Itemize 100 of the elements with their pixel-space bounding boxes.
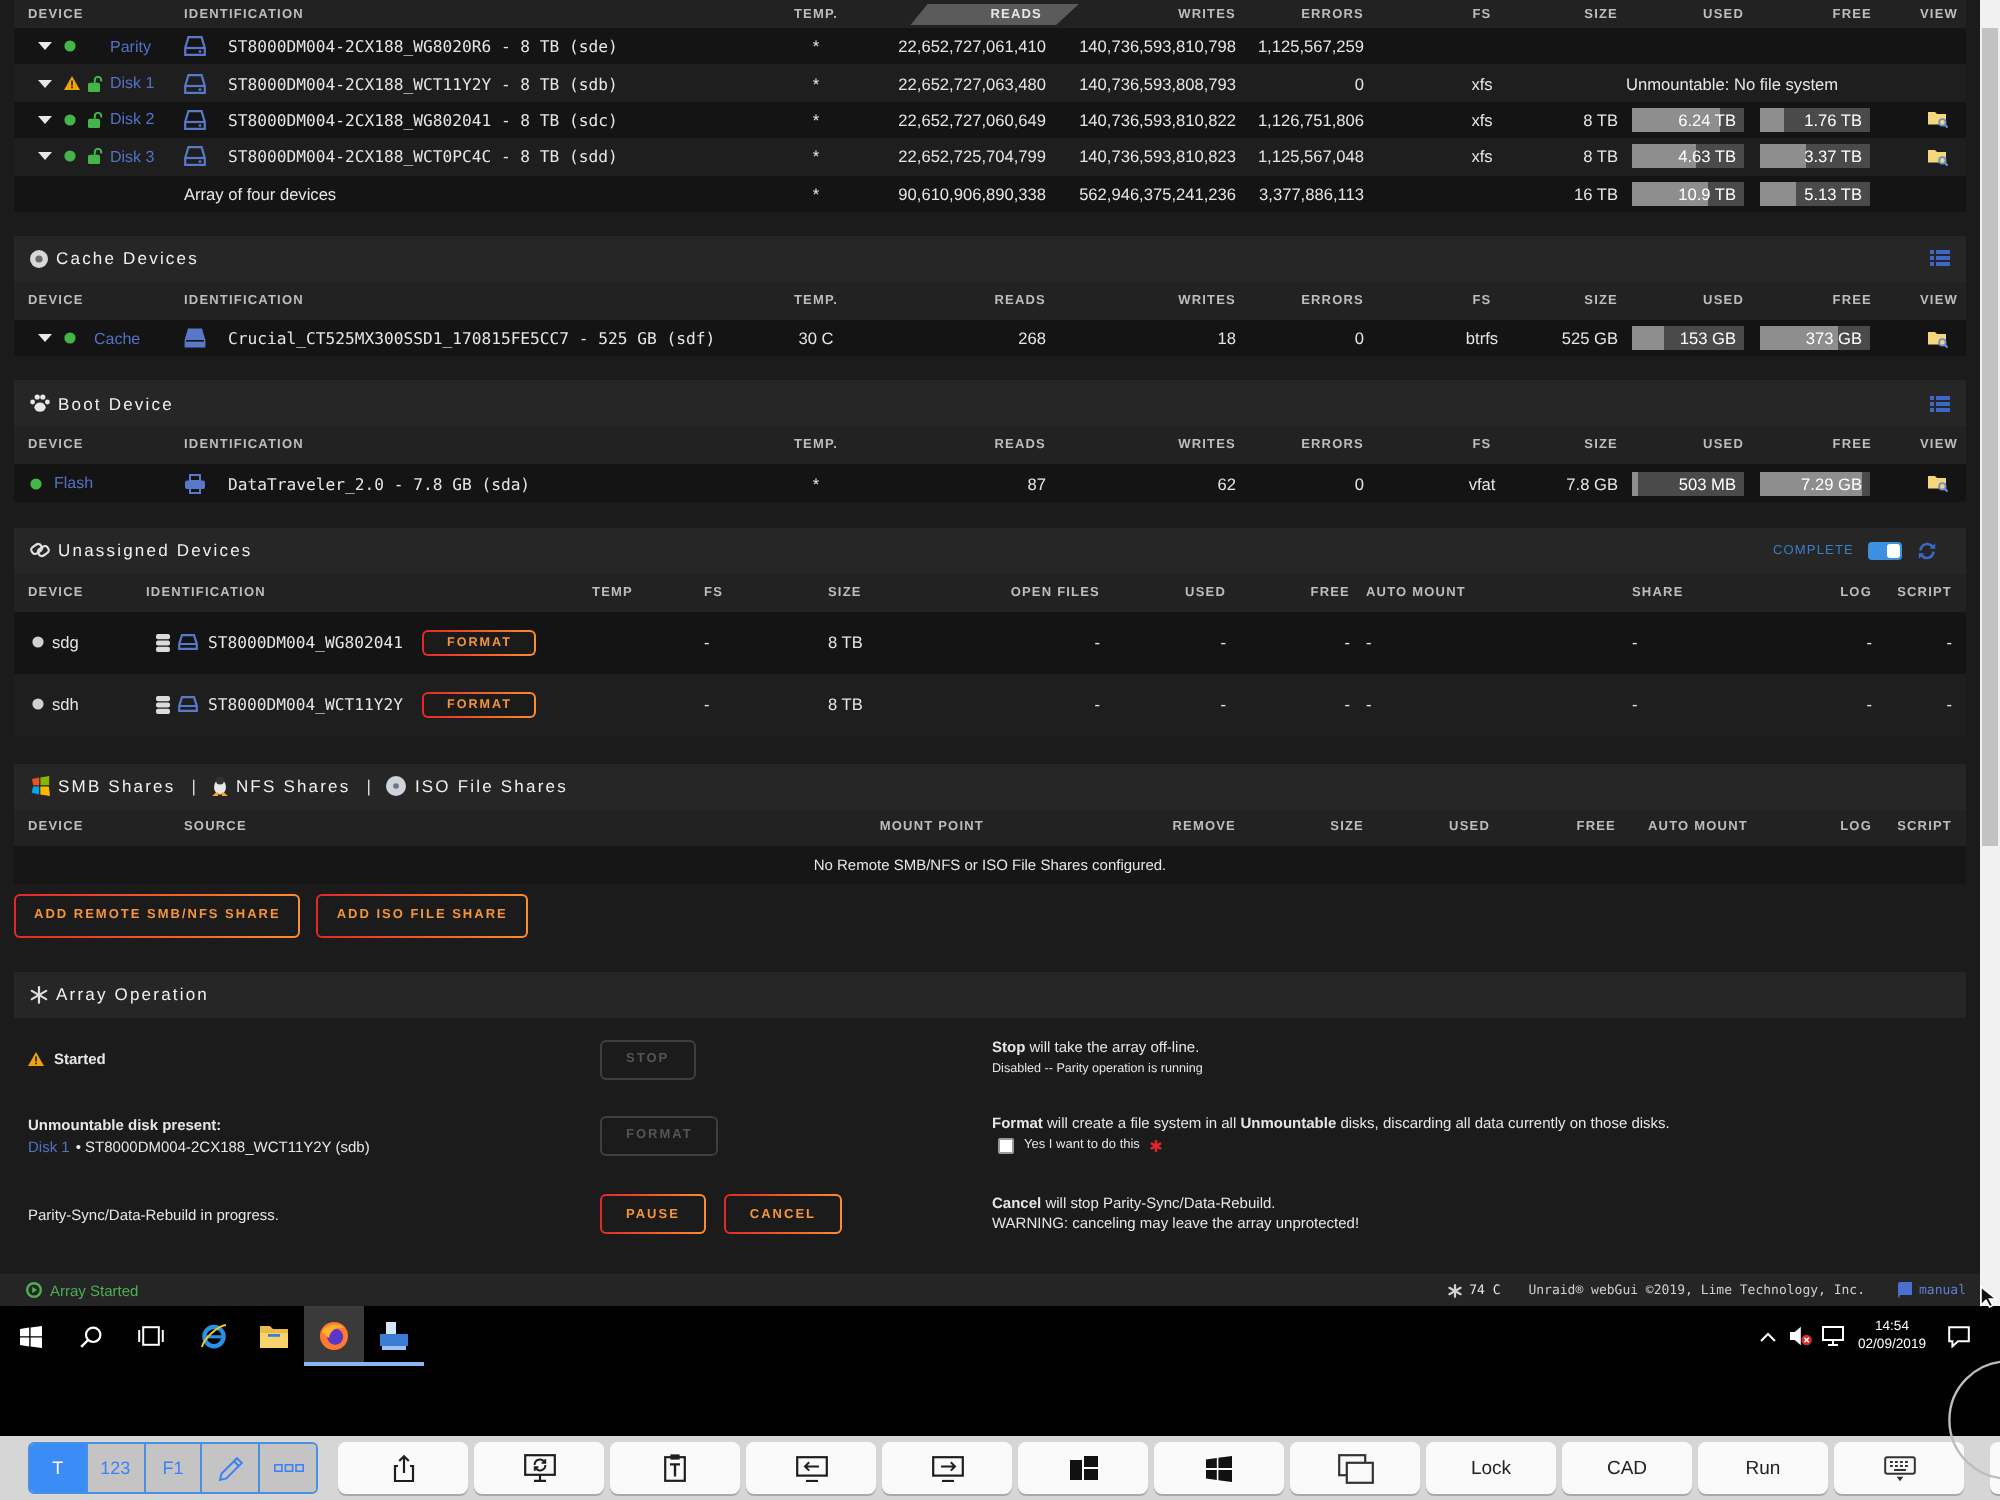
toolbar-button[interactable]: Lock (1426, 1442, 1556, 1494)
chain-icon (30, 540, 50, 561)
toolbar-button[interactable] (1154, 1442, 1284, 1494)
caret-icon[interactable] (38, 79, 52, 88)
error-count: 1,125,567,259 (1257, 36, 1364, 57)
disk-size: 8 TB (1583, 109, 1618, 130)
open-files: - (1094, 632, 1100, 653)
notification-icon[interactable] (1947, 1325, 1969, 1347)
database-icon (156, 695, 170, 714)
toolbar-button[interactable] (338, 1442, 468, 1494)
temperature: 30 C (798, 328, 834, 349)
toggle-switch[interactable] (1868, 541, 1902, 560)
cursor-icon (1980, 1286, 1998, 1308)
caret-icon[interactable] (38, 152, 52, 161)
toolbar-button[interactable]: Run (1698, 1442, 1828, 1494)
browser-icon (320, 1322, 348, 1350)
status-dot-icon (32, 636, 44, 649)
chevron-up-icon[interactable] (1760, 1331, 1776, 1341)
confirm-checkbox[interactable] (998, 1138, 1014, 1155)
task-view-icon[interactable] (137, 1326, 163, 1346)
search-icon[interactable] (79, 1325, 101, 1347)
temperature: * (812, 73, 820, 94)
file-system: xfs (1471, 109, 1493, 130)
toolbar-button[interactable]: CAD (1562, 1442, 1692, 1494)
disk-size: 16 TB (1574, 183, 1618, 204)
screen-left-icon (795, 1455, 827, 1481)
drive-icon (184, 328, 206, 349)
speaker-muted-icon[interactable] (1789, 1326, 1811, 1346)
taskbar-app[interactable] (304, 1306, 364, 1366)
list-icon[interactable] (1930, 395, 1950, 412)
toolbar-button[interactable] (1290, 1442, 1420, 1494)
file-system: - (704, 632, 710, 653)
log-value: - (1866, 694, 1872, 715)
keyboard-icon (1883, 1455, 1915, 1481)
device-link[interactable]: Cache (94, 329, 141, 348)
disk-identification: ST8000DM004-2CX188_WG802041 - 8 TB (sdc) (228, 109, 618, 130)
caret-icon[interactable] (38, 42, 52, 51)
penguin-icon (211, 776, 228, 797)
toolbar-button[interactable] (746, 1442, 876, 1494)
file-system: xfs (1471, 146, 1493, 167)
status-note: Unmountable: No file system (1626, 73, 1839, 94)
temperature: * (812, 36, 820, 57)
caret-icon[interactable] (38, 334, 52, 343)
disk-identification: Crucial_CT525MX300SSD1_170815FE5CC7 - 525 GB (sdf) (228, 328, 716, 349)
free-space: - (1344, 694, 1350, 715)
device-link[interactable]: Flash (54, 474, 94, 493)
toolbar-button[interactable] (474, 1442, 604, 1494)
script-value: - (1946, 632, 1952, 653)
share-tab[interactable]: ISO File Shares (414, 776, 568, 797)
caret-icon[interactable] (38, 115, 52, 124)
read-count: 22,652,727,061,410 (898, 36, 1046, 57)
app-icon (380, 1322, 408, 1350)
temperature: * (812, 109, 820, 130)
disk-identification: ST8000DM004_WG802041 (208, 632, 403, 653)
disk-size: 8 TB (828, 694, 863, 715)
screen-right-icon (931, 1455, 963, 1481)
clipboard-icon (664, 1454, 686, 1482)
disk-identification: ST8000DM004-2CX188_WCT0PC4C - 8 TB (sdd) (228, 146, 618, 167)
temperature: * (812, 183, 820, 204)
tiles-icon (1069, 1456, 1097, 1480)
list-icon[interactable] (1930, 250, 1950, 267)
browser-icon (200, 1322, 228, 1350)
monitor-sync-icon (523, 1454, 555, 1482)
toolbar-button[interactable] (1018, 1442, 1148, 1494)
usage-value: 503 MB (1678, 473, 1736, 494)
book-icon (1897, 1282, 1912, 1298)
scrollbar[interactable] (1980, 0, 2000, 1306)
circle-outline-icon (1948, 1360, 2000, 1480)
error-count: 3,377,886,113 (1259, 183, 1364, 204)
folder-search-icon[interactable] (1928, 110, 1948, 129)
folder-search-icon[interactable] (1928, 474, 1948, 493)
folder-search-icon[interactable] (1928, 329, 1948, 348)
folder-search-icon[interactable] (1928, 147, 1948, 166)
device-link[interactable]: Disk 3 (110, 147, 155, 166)
device-link[interactable]: Disk 1 (110, 74, 155, 93)
section-title: Cache Devices (56, 248, 199, 269)
scrollbar-thumb[interactable] (1982, 28, 1998, 846)
device-link[interactable]: Parity (110, 37, 151, 56)
temperature: * (812, 473, 820, 494)
share-tab[interactable]: SMB Shares (58, 776, 176, 797)
read-count: 22,652,725,704,799 (898, 146, 1046, 167)
used-space: - (1220, 632, 1226, 653)
used-space: - (1220, 694, 1226, 715)
usage-value: 153 GB (1679, 328, 1736, 349)
toolbar-button[interactable] (882, 1442, 1012, 1494)
toolbar-button[interactable] (610, 1442, 740, 1494)
share-tab[interactable]: NFS Shares (235, 776, 351, 797)
disk-identification: ST8000DM004_WCT11Y2Y (208, 694, 403, 715)
device-link[interactable]: Disk 2 (110, 110, 155, 129)
status-dot-icon (32, 698, 44, 711)
printer-icon (184, 473, 206, 494)
windows-logo-icon (1206, 1455, 1232, 1481)
toolbar-button[interactable] (1834, 1442, 1964, 1494)
refresh-icon[interactable] (1918, 541, 1936, 560)
write-count: 140,736,593,810,798 (1079, 36, 1236, 57)
usage-value: 3.37 TB (1804, 146, 1862, 167)
read-count: 87 (1027, 473, 1046, 494)
windows-logo-icon[interactable] (19, 1325, 41, 1347)
open-files: - (1094, 694, 1100, 715)
monitor-icon[interactable] (1821, 1326, 1843, 1346)
